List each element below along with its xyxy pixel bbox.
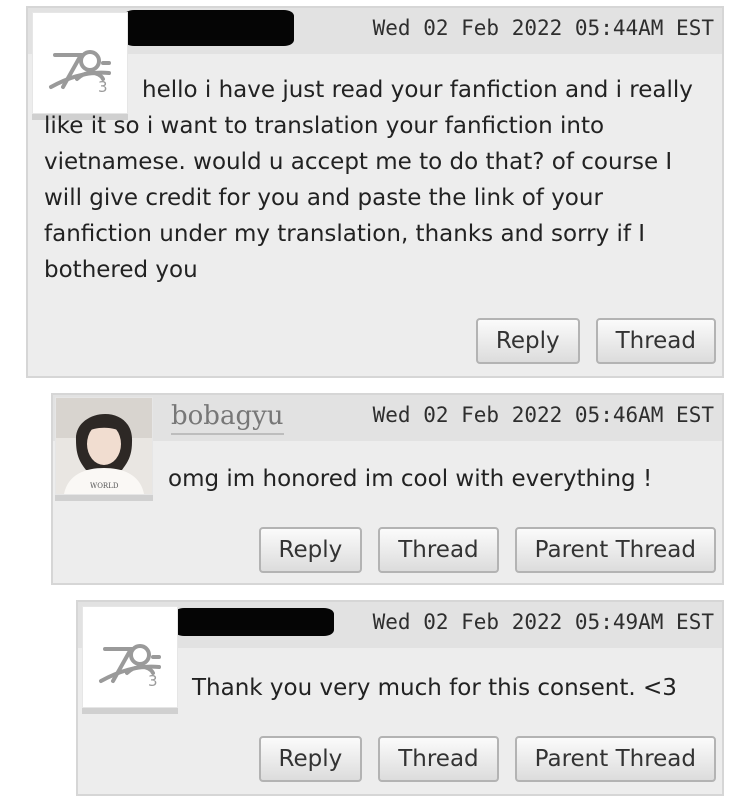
comment-actions: Reply Thread — [475, 318, 716, 364]
default-user-avatar-icon: 3 — [99, 644, 161, 690]
parent-thread-button[interactable]: Parent Thread — [514, 736, 716, 782]
thread-button[interactable]: Thread — [378, 736, 499, 782]
comment-body: Thank you very much for this consent. <3 — [192, 675, 677, 701]
comment-body: hello i have just read your fanfiction a… — [44, 77, 693, 283]
comment-card: bobagyu Wed 02 Feb 2022 05:46AM EST WORL… — [51, 393, 724, 585]
svg-text:3: 3 — [148, 672, 158, 690]
comment-body: omg im honored im cool with everything ! — [168, 466, 653, 492]
profile-photo-avatar: WORLD — [56, 398, 152, 494]
comment-timestamp: Wed 02 Feb 2022 05:46AM EST — [372, 403, 714, 427]
comment-actions: Reply Thread Parent Thread — [258, 736, 716, 782]
comment-card: Wed 02 Feb 2022 05:49AM EST 3 Thank you … — [76, 600, 724, 796]
comment-card: Wed 02 Feb 2022 05:44AM EST 3 hello i ha… — [26, 6, 724, 378]
thread-button[interactable]: Thread — [595, 318, 716, 364]
username-link[interactable]: bobagyu — [171, 401, 284, 435]
comment-actions: Reply Thread Parent Thread — [258, 527, 716, 573]
thread-button[interactable]: Thread — [378, 527, 499, 573]
reply-button[interactable]: Reply — [475, 318, 580, 364]
comment-timestamp: Wed 02 Feb 2022 05:44AM EST — [372, 16, 714, 40]
comment-header: bobagyu Wed 02 Feb 2022 05:46AM EST — [53, 395, 722, 441]
svg-text:WORLD: WORLD — [90, 482, 119, 490]
redacted-username — [124, 10, 294, 46]
parent-thread-button[interactable]: Parent Thread — [514, 527, 716, 573]
comment-timestamp: Wed 02 Feb 2022 05:49AM EST — [372, 610, 714, 634]
avatar[interactable]: WORLD — [55, 397, 153, 495]
reply-button[interactable]: Reply — [258, 736, 363, 782]
redacted-username — [174, 608, 334, 636]
comment-header: Wed 02 Feb 2022 05:44AM EST — [28, 8, 722, 54]
reply-button[interactable]: Reply — [258, 527, 363, 573]
avatar[interactable]: 3 — [82, 606, 178, 708]
